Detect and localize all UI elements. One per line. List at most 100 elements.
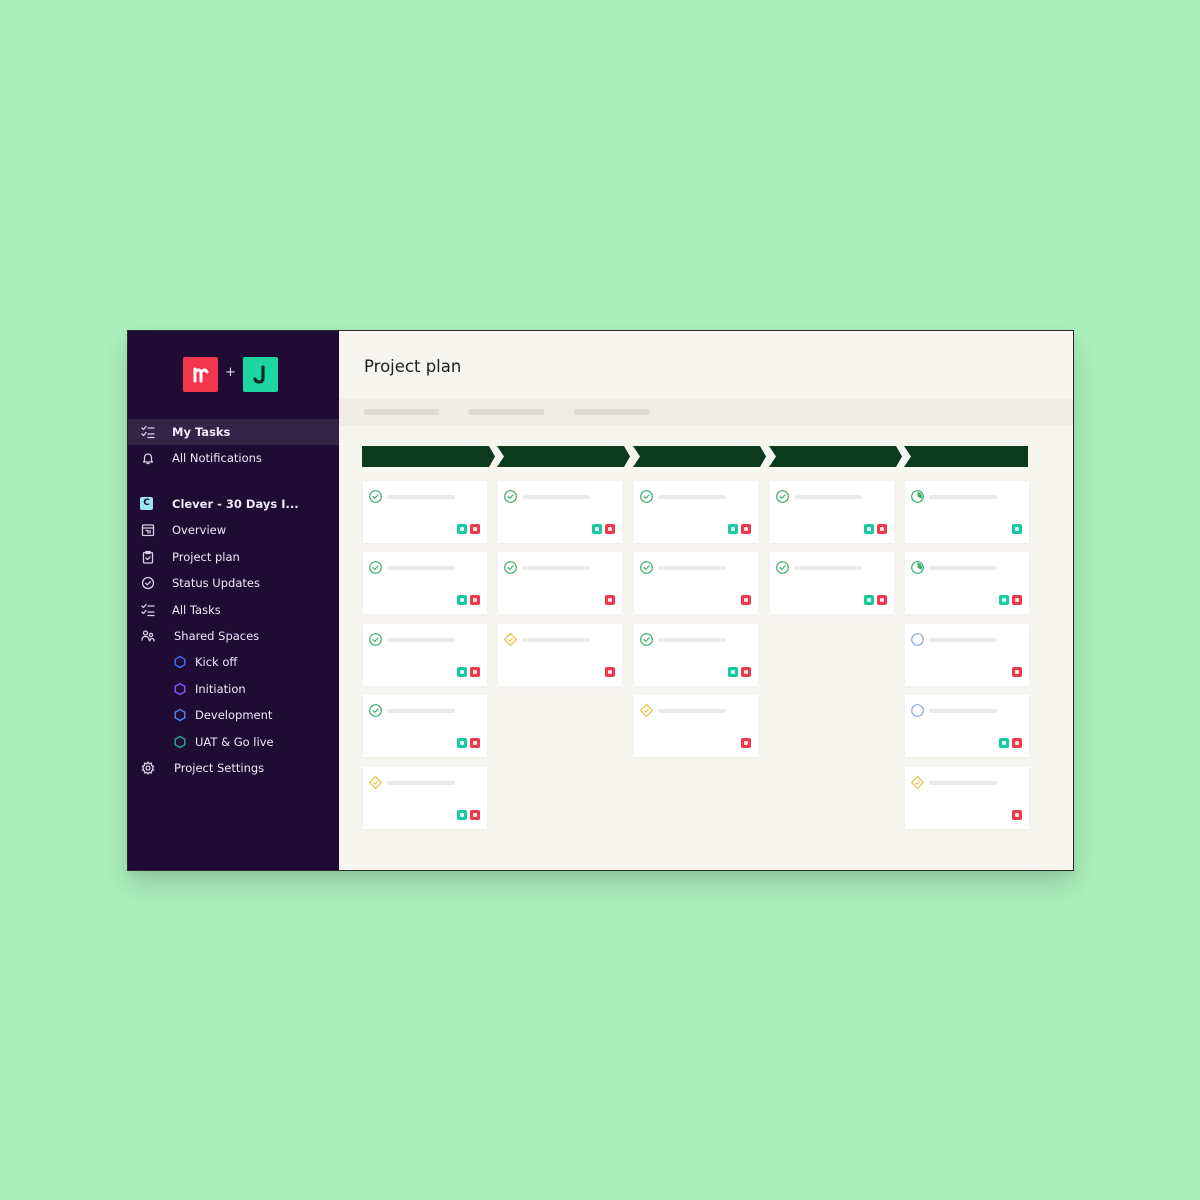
integration-badges <box>457 738 480 748</box>
sidebar-item-project-settings[interactable]: Project Settings <box>128 755 339 781</box>
phase-header[interactable] <box>904 446 1038 467</box>
task-title-placeholder <box>658 638 726 642</box>
tab-bar <box>339 399 1073 426</box>
task-card[interactable] <box>770 481 894 543</box>
task-title-placeholder <box>794 566 862 570</box>
phase-header[interactable] <box>497 446 631 467</box>
sidebar: + My Tasks All Notifications C Clever - 30… <box>128 331 339 870</box>
jira-badge-icon <box>457 667 467 677</box>
task-card[interactable] <box>363 695 487 757</box>
integration-badges <box>457 667 480 677</box>
task-title-placeholder <box>522 495 590 499</box>
check-circle-icon <box>141 576 155 590</box>
task-card[interactable] <box>905 481 1029 543</box>
diamond-warning-icon <box>368 775 383 790</box>
monday-badge-icon <box>470 524 480 534</box>
jira-badge-icon <box>457 810 467 820</box>
jira-badge-icon <box>728 524 738 534</box>
task-title-placeholder <box>387 781 455 785</box>
task-title-placeholder <box>658 709 726 713</box>
task-title-placeholder <box>387 709 455 713</box>
bell-icon <box>141 451 155 465</box>
hexagon-icon <box>173 682 187 696</box>
monday-badge-icon <box>877 524 887 534</box>
sidebar-item-all-notifications[interactable]: All Notifications <box>128 445 339 471</box>
nav-item-label: Initiation <box>195 681 246 696</box>
task-card[interactable] <box>363 552 487 614</box>
hexagon-icon <box>173 735 187 749</box>
task-card[interactable] <box>498 481 622 543</box>
jira-badge-icon <box>864 524 874 534</box>
integration-badges <box>864 524 887 534</box>
task-card[interactable] <box>363 624 487 686</box>
sidebar-project-header[interactable]: C Clever - 30 Days I... <box>128 491 339 517</box>
jira-badge-icon <box>864 595 874 605</box>
monday-badge-icon <box>470 667 480 677</box>
app-window: + My Tasks All Notifications C Clever - 30… <box>127 330 1074 871</box>
task-card[interactable] <box>770 552 894 614</box>
task-card[interactable] <box>634 695 758 757</box>
sidebar-item-overview[interactable]: Overview <box>128 517 339 543</box>
integration-badges <box>999 738 1022 748</box>
task-card[interactable] <box>363 481 487 543</box>
tab-placeholder[interactable] <box>469 409 544 415</box>
progress-circle-icon <box>910 560 925 575</box>
task-card[interactable] <box>634 624 758 686</box>
task-title-placeholder <box>387 638 455 642</box>
integration-badges <box>605 667 615 677</box>
task-card[interactable] <box>363 767 487 829</box>
monday-badge-icon <box>1012 667 1022 677</box>
sidebar-space-item[interactable]: Kick off <box>128 649 339 675</box>
sidebar-space-item[interactable]: Development <box>128 702 339 728</box>
monday-logo <box>183 357 218 392</box>
task-card[interactable] <box>498 552 622 614</box>
jira-badge-icon <box>592 524 602 534</box>
task-title-placeholder <box>794 495 862 499</box>
sidebar-item-all-tasks[interactable]: All Tasks <box>128 597 339 623</box>
monday-badge-icon <box>1012 595 1022 605</box>
task-card[interactable] <box>634 481 758 543</box>
monday-badge-icon <box>470 810 480 820</box>
integration-badges <box>1012 524 1022 534</box>
task-card[interactable] <box>905 624 1029 686</box>
integration-badges <box>1012 810 1022 820</box>
clipboard-icon <box>141 550 155 564</box>
check-circle-icon <box>775 560 790 575</box>
integration-badges <box>592 524 615 534</box>
monday-badge-icon <box>1012 810 1022 820</box>
task-card[interactable] <box>905 695 1029 757</box>
hexagon-icon <box>173 655 187 669</box>
phase-header[interactable] <box>769 446 903 467</box>
nav-item-label: Project Settings <box>174 761 265 775</box>
diamond-warning-icon <box>639 703 654 718</box>
integration-badges <box>728 667 751 677</box>
diamond-warning-icon <box>503 632 518 647</box>
task-title-placeholder <box>929 638 997 642</box>
check-circle-icon <box>639 489 654 504</box>
task-card[interactable] <box>905 767 1029 829</box>
check-circle-icon <box>368 560 383 575</box>
phase-header[interactable] <box>633 446 767 467</box>
diamond-warning-icon <box>910 775 925 790</box>
main-panel: Project plan <box>339 331 1073 870</box>
tab-placeholder[interactable] <box>574 409 649 415</box>
plus-sign: + <box>225 365 236 380</box>
tab-placeholder[interactable] <box>364 409 439 415</box>
sidebar-item-project-plan[interactable]: Project plan <box>128 544 339 570</box>
task-card[interactable] <box>905 552 1029 614</box>
sidebar-item-status-updates[interactable]: Status Updates <box>128 570 339 596</box>
phase-header[interactable] <box>362 446 496 467</box>
sidebar-item-shared-spaces[interactable]: Shared Spaces <box>128 623 339 649</box>
sidebar-space-item[interactable]: UAT & Go live <box>128 729 339 755</box>
sidebar-space-item[interactable]: Initiation <box>128 676 339 702</box>
tasks-list-icon <box>141 425 155 439</box>
integration-badges <box>1012 667 1022 677</box>
jira-badge-icon <box>999 738 1009 748</box>
empty-circle-icon <box>910 703 925 718</box>
monday-badge-icon <box>741 738 751 748</box>
task-title-placeholder <box>658 566 726 570</box>
task-card[interactable] <box>498 624 622 686</box>
task-card[interactable] <box>634 552 758 614</box>
task-title-placeholder <box>929 781 997 785</box>
sidebar-item-my-tasks[interactable]: My Tasks <box>128 419 339 445</box>
